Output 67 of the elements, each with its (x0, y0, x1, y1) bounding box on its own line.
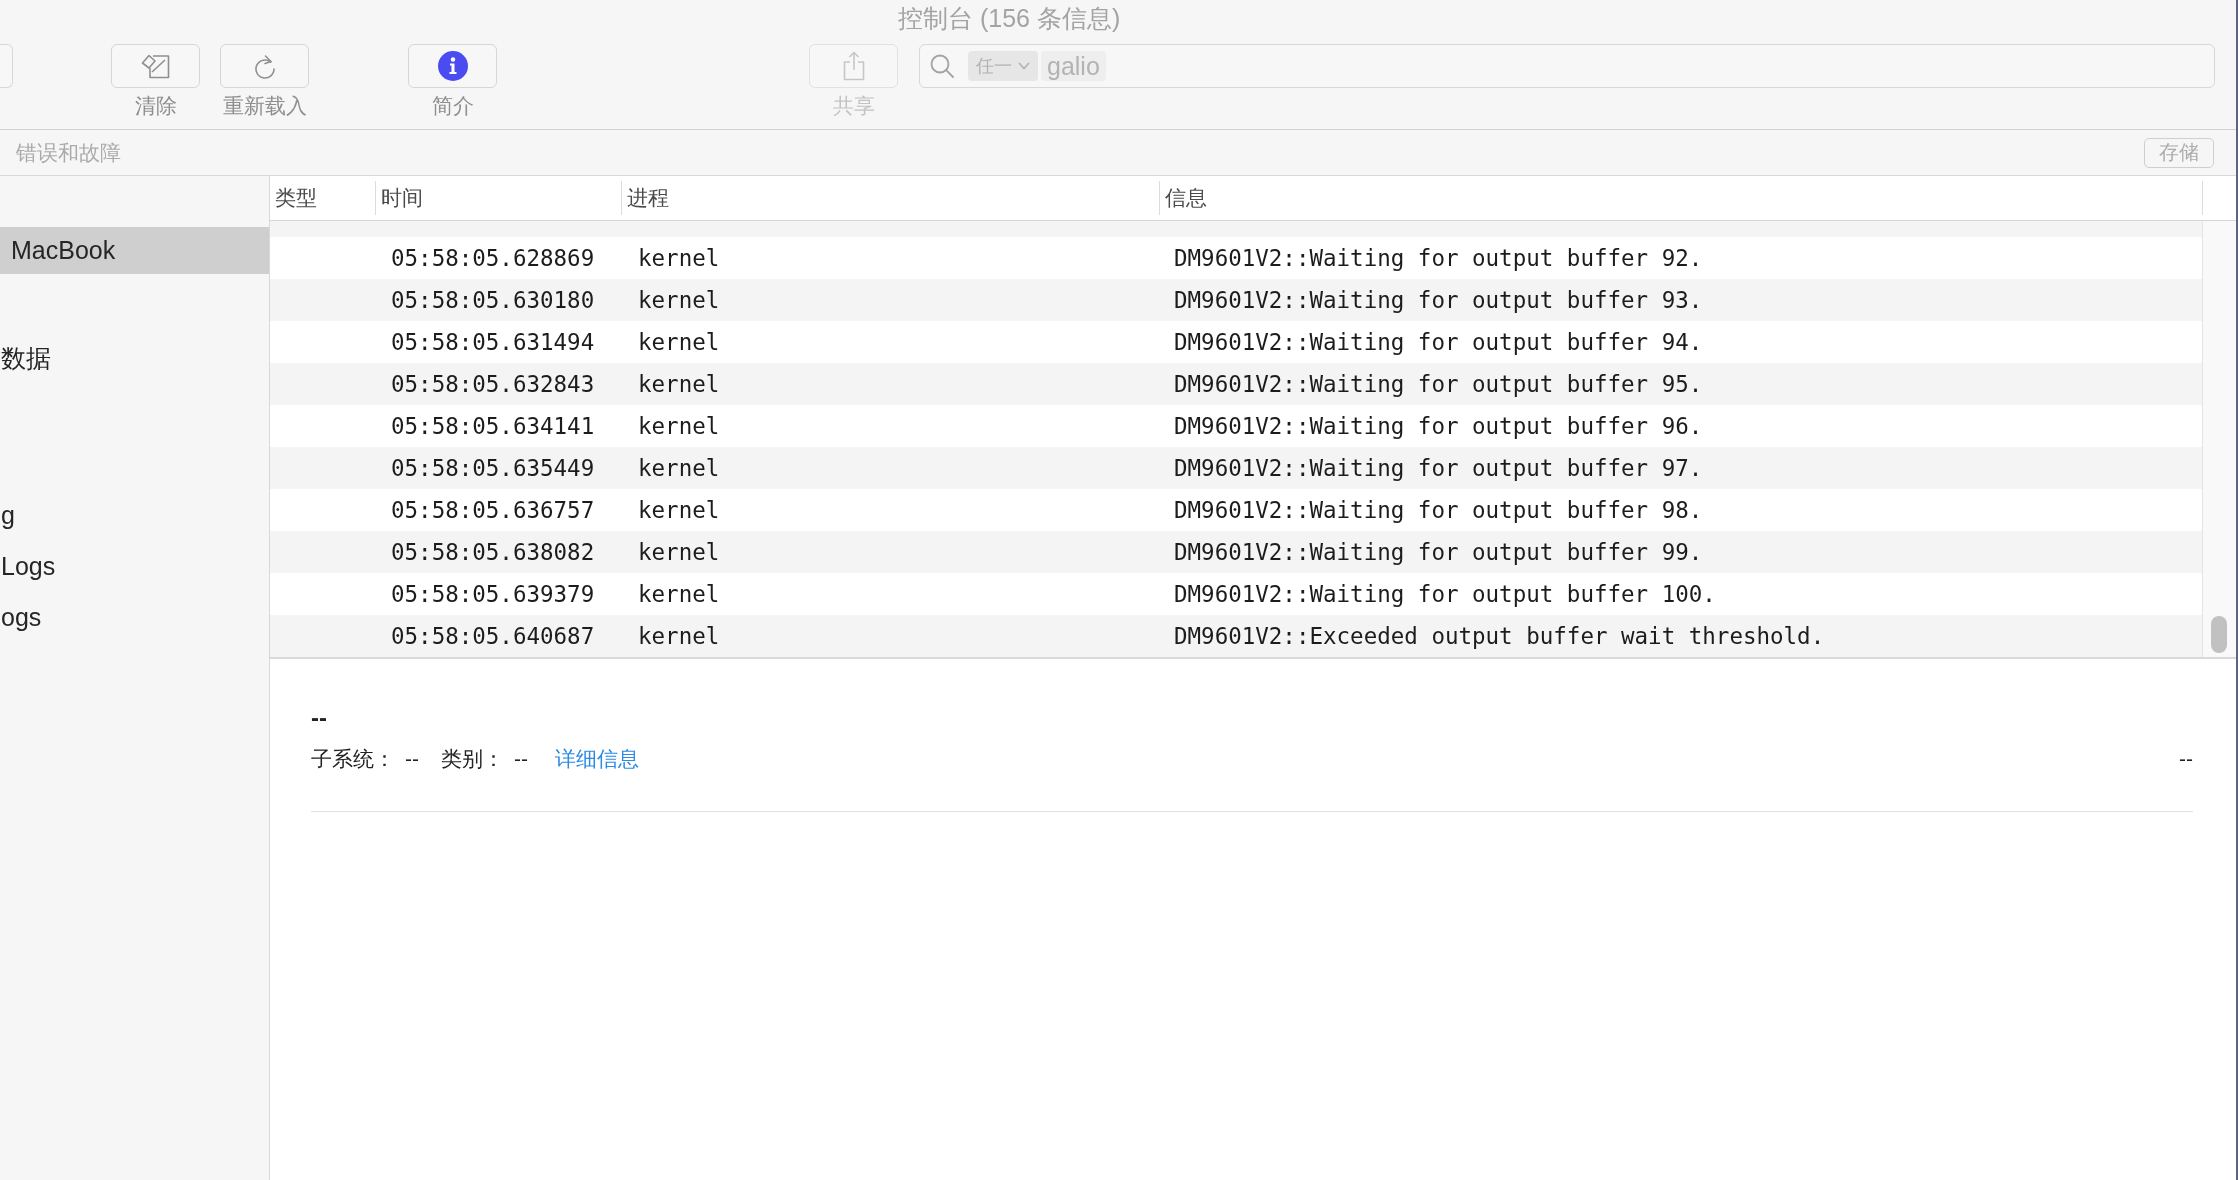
reload-button[interactable] (220, 44, 309, 88)
column-header[interactable]: 信息 (1159, 181, 2202, 215)
message-cell: DM9601V2::Waiting for output buffer 96. (1174, 413, 1703, 439)
field-label: 子系统： (311, 746, 395, 772)
eraser-icon (141, 53, 170, 79)
message-cell: DM9601V2::Waiting for output buffer 98. (1174, 497, 1703, 523)
button-label: 清除 (134, 94, 177, 118)
process-cell: kernel (638, 371, 720, 397)
process-cell: kernel (638, 413, 720, 439)
message-cell: DM9601V2::Waiting for output buffer 94. (1174, 329, 1703, 355)
field-value: -- (405, 747, 419, 771)
process-cell: kernel (638, 581, 720, 607)
process-cell: kernel (638, 497, 720, 523)
time-cell: 05:58:05.631494 (391, 329, 595, 355)
field-value: -- (514, 747, 528, 771)
info-button[interactable] (408, 44, 497, 88)
detail-title: -- (311, 703, 327, 733)
time-cell: 05:58:05.630180 (391, 287, 595, 313)
scrollbar-thumb[interactable] (2211, 616, 2227, 653)
field-value: -- (2179, 747, 2193, 771)
time-cell: 05:58:05.635449 (391, 455, 595, 481)
reload-icon (252, 53, 277, 79)
time-cell: 05:58:05.634141 (391, 413, 595, 439)
time-cell: 05:58:05.638082 (391, 539, 595, 565)
scrollbar-track[interactable] (2202, 221, 2236, 657)
field-label: 类别： (441, 746, 504, 772)
info-icon (437, 51, 468, 81)
time-cell: 05:58:05.640687 (391, 623, 595, 649)
process-cell: kernel (638, 329, 720, 355)
toolbar-button[interactable] (0, 44, 13, 88)
table-row[interactable]: 05:58:05.630180 kernel DM9601V2::Waiting for output buffer 93. (270, 279, 2202, 321)
process-cell: kernel (638, 455, 720, 481)
details-link[interactable]: 详细信息 (555, 745, 639, 773)
process-cell: kernel (638, 287, 720, 313)
table-row[interactable]: 05:58:05.632843 kernel DM9601V2::Waiting for output buffer 95. (270, 363, 2202, 405)
table-row[interactable]: 05:58:05.640687 kernel DM9601V2::Exceeded output buffer wait threshold. (270, 615, 2202, 657)
sidebar-item[interactable]: 数据 (0, 335, 269, 382)
process-cell: kernel (638, 539, 720, 565)
chevron-down-icon (1018, 62, 1030, 70)
message-cell: DM9601V2::Waiting for output buffer 95. (1174, 371, 1703, 397)
time-cell: 05:58:05.632843 (391, 371, 595, 397)
time-cell: 05:58:05.639379 (391, 581, 595, 607)
process-cell: kernel (638, 245, 720, 271)
sidebar-item[interactable]: Logs (0, 543, 269, 590)
message-cell: DM9601V2::Waiting for output buffer 92. (1174, 245, 1703, 271)
table-row[interactable]: 05:58:05.638082 kernel DM9601V2::Waiting for output buffer 99. (270, 531, 2202, 573)
button-label: 重新载入 (222, 94, 307, 118)
column-header[interactable]: 进程 (621, 181, 1159, 215)
message-cell: DM9601V2::Waiting for output buffer 93. (1174, 287, 1703, 313)
sidebar-item[interactable]: MacBook (0, 227, 269, 274)
process-cell: kernel (638, 623, 720, 649)
message-cell: DM9601V2::Waiting for output buffer 97. (1174, 455, 1703, 481)
sidebar-item[interactable]: ogs (0, 594, 269, 641)
message-cell: DM9601V2::Exceeded output buffer wait threshold. (1174, 623, 1825, 649)
window-title: 控制台 (156 条信息) (898, 3, 1121, 33)
table-row[interactable]: 05:58:05.635449 kernel DM9601V2::Waiting for output buffer 97. (270, 447, 2202, 489)
share-icon (842, 51, 865, 81)
column-header[interactable]: 时间 (375, 181, 621, 215)
button-label: 简介 (431, 94, 474, 118)
sidebar-item[interactable]: g (0, 492, 269, 539)
time-cell: 05:58:05.636757 (391, 497, 595, 523)
search-icon (930, 54, 954, 78)
time-cell: 05:58:05.628869 (391, 245, 595, 271)
message-cell: DM9601V2::Waiting for output buffer 100. (1174, 581, 1716, 607)
column-header[interactable]: 类型 (270, 181, 375, 215)
message-cell: DM9601V2::Waiting for output buffer 99. (1174, 539, 1703, 565)
clear-button[interactable] (111, 44, 200, 88)
